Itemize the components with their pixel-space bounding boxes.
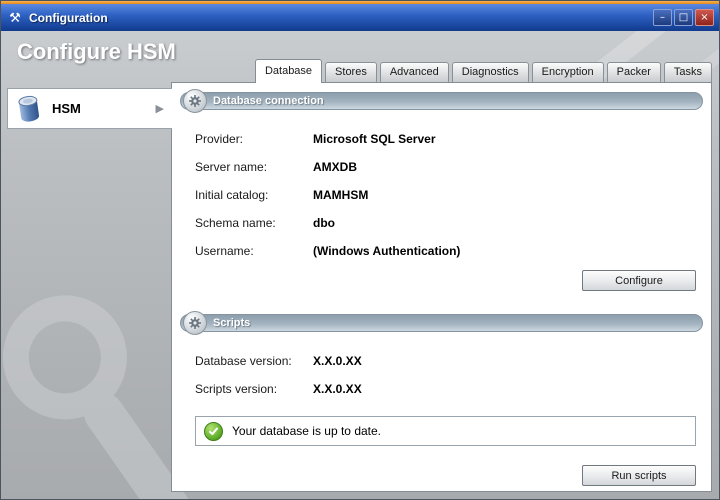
field-label: Initial catalog: [195, 188, 313, 202]
status-text: Your database is up to date. [232, 424, 381, 438]
scripts-fields: Database version: X.X.0.XX Scripts versi… [195, 347, 711, 403]
gear-icon [183, 311, 207, 335]
tools-icon: ⚒ [6, 9, 24, 27]
tab-tasks[interactable]: Tasks [664, 62, 712, 82]
field-row-username: Username: (Windows Authentication) [195, 237, 711, 265]
tab-encryption[interactable]: Encryption [532, 62, 604, 82]
page-title: Configure HSM [17, 39, 176, 65]
field-value: X.X.0.XX [313, 382, 362, 396]
tab-advanced[interactable]: Advanced [380, 62, 449, 82]
chevron-right-icon: ▶ [156, 102, 164, 115]
field-label: Username: [195, 244, 313, 258]
gear-icon [183, 89, 207, 113]
field-row-database-version: Database version: X.X.0.XX [195, 347, 711, 375]
connection-fields: Provider: Microsoft SQL Server Server na… [195, 125, 711, 265]
section-title: Scripts [181, 315, 702, 331]
tab-database[interactable]: Database [255, 59, 322, 83]
maximize-button[interactable]: □ [674, 9, 693, 26]
field-row-server-name: Server name: AMXDB [195, 153, 711, 181]
tab-diagnostics[interactable]: Diagnostics [452, 62, 529, 82]
database-icon [16, 94, 42, 124]
run-scripts-button[interactable]: Run scripts [582, 465, 696, 486]
tab-packer[interactable]: Packer [607, 62, 661, 82]
close-button[interactable]: × [695, 9, 714, 26]
status-box: Your database is up to date. [195, 416, 696, 446]
field-row-scripts-version: Scripts version: X.X.0.XX [195, 375, 711, 403]
field-value: (Windows Authentication) [313, 244, 460, 258]
field-label: Scripts version: [195, 382, 313, 396]
tab-bar: Database Stores Advanced Diagnostics Enc… [252, 59, 712, 82]
main-panel: Database connection Provider: Microsoft … [171, 82, 712, 492]
field-value: Microsoft SQL Server [313, 132, 435, 146]
titlebar: ⚒ Configuration – □ × [1, 4, 719, 31]
field-row-initial-catalog: Initial catalog: MAMHSM [195, 181, 711, 209]
field-value: X.X.0.XX [313, 354, 362, 368]
section-header-database-connection: Database connection [180, 92, 703, 110]
section-header-scripts: Scripts [180, 314, 703, 332]
check-circle-icon [204, 422, 223, 441]
field-label: Provider: [195, 132, 313, 146]
field-value: MAMHSM [313, 188, 368, 202]
window-title: Configuration [29, 11, 108, 25]
tab-stores[interactable]: Stores [325, 62, 377, 82]
window-controls: – □ × [653, 9, 714, 26]
field-label: Schema name: [195, 216, 313, 230]
section-title: Database connection [181, 93, 702, 109]
configuration-window: ⚒ Configuration – □ × Configure HSM Data… [0, 0, 720, 500]
field-value: AMXDB [313, 160, 357, 174]
sidebar-item-label: HSM [52, 101, 81, 116]
field-row-schema-name: Schema name: dbo [195, 209, 711, 237]
field-row-provider: Provider: Microsoft SQL Server [195, 125, 711, 153]
field-label: Database version: [195, 354, 313, 368]
sidebar-item-hsm[interactable]: HSM ▶ [7, 88, 172, 129]
field-value: dbo [313, 216, 335, 230]
minimize-button[interactable]: – [653, 9, 672, 26]
configure-button[interactable]: Configure [582, 270, 696, 291]
field-label: Server name: [195, 160, 313, 174]
